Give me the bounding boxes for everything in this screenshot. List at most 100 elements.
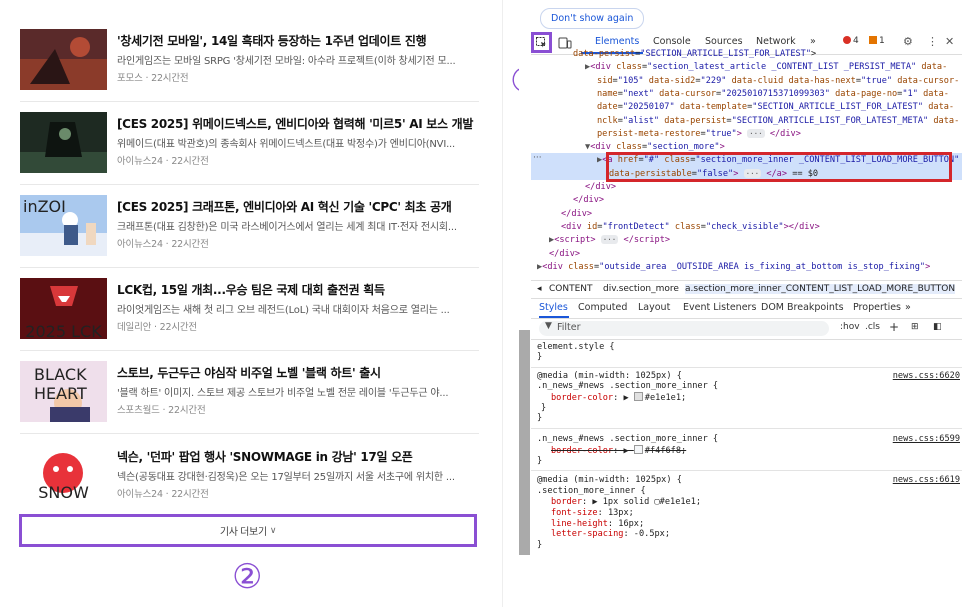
subtab-properties[interactable]: Properties bbox=[853, 302, 901, 313]
breadcrumb-section-more[interactable]: div.section_more bbox=[603, 284, 679, 294]
rule1-selector[interactable]: .n_news_#news .section_more_inner { bbox=[537, 381, 718, 392]
rule2-selector[interactable]: .n_news_#news .section_more_inner { bbox=[537, 434, 718, 445]
dom-node-line[interactable]: name="next" data-cursor="202501071537109… bbox=[597, 88, 949, 101]
tab-console[interactable]: Console bbox=[653, 36, 691, 47]
dom-node-line[interactable]: ▶<script> ··· </script> bbox=[549, 234, 670, 247]
dom-node-line[interactable]: persist-meta-restore="true"> ··· </div> bbox=[597, 128, 801, 141]
styles-filter-input[interactable]: ▼ Filter bbox=[539, 321, 829, 336]
color-swatch[interactable] bbox=[633, 392, 643, 401]
color-swatch[interactable] bbox=[633, 445, 643, 454]
news-source: 데일리안 bbox=[117, 322, 152, 333]
subtab-dom-breakpoints[interactable]: DOM Breakpoints bbox=[761, 302, 844, 313]
news-title[interactable]: LCK컵, 15일 개최...우승 팀은 국제 대회 출전권 획득 bbox=[117, 281, 480, 298]
news-item[interactable]: [CES 2025] 위메이드넥스트, 엔비디아와 협력해 '미르5' AI 보… bbox=[20, 112, 480, 174]
news-summary[interactable]: 라이엇게임즈는 새해 첫 리그 오브 레전드(LoL) 국내 대회이자 처음으로… bbox=[117, 301, 475, 316]
news-thumbnail[interactable] bbox=[20, 112, 107, 173]
dom-node-line[interactable]: <div id="frontDetect" class="check_visib… bbox=[561, 221, 820, 234]
css-declaration[interactable]: font-size: 13px; bbox=[551, 508, 634, 519]
thumbnail-caption: 2025 LCK CUP bbox=[25, 322, 102, 339]
class-toggle[interactable]: .cls bbox=[865, 322, 880, 332]
dom-node-line[interactable]: </div> bbox=[585, 181, 616, 194]
error-count: 4 bbox=[853, 36, 859, 46]
news-summary[interactable]: '블랙 하트' 이미지. 스토브 제공 스토브가 비주얼 노벨 전문 레이블 '… bbox=[117, 384, 475, 399]
warning-icon bbox=[869, 36, 877, 44]
computed-sidebar-icon[interactable]: ◧ bbox=[933, 322, 942, 332]
load-more-button[interactable]: 기사 더보기 ∨ bbox=[19, 514, 477, 547]
element-style-selector[interactable]: element.style { bbox=[537, 342, 615, 353]
news-title[interactable]: [CES 2025] 크래프톤, 엔비디아와 AI 혁신 기술 'CPC' 최초… bbox=[117, 198, 480, 215]
rule-divider bbox=[531, 470, 962, 471]
dom-node-line[interactable]: data-persist="SECTION_ARTICLE_LIST_FOR_L… bbox=[573, 48, 816, 61]
warning-count-badge[interactable]: 1 bbox=[869, 36, 885, 46]
subtab-layout[interactable]: Layout bbox=[638, 302, 670, 313]
news-thumbnail[interactable]: SNOW bbox=[20, 445, 107, 506]
tab-sources[interactable]: Sources bbox=[705, 36, 743, 47]
dom-node-line[interactable]: </div> bbox=[549, 248, 580, 261]
news-thumbnail[interactable]: 2025 LCK CUP bbox=[20, 278, 107, 339]
tab-network[interactable]: Network bbox=[756, 36, 796, 47]
device-toolbar-icon[interactable] bbox=[558, 35, 572, 49]
news-title[interactable]: '창세기전 모바일', 14일 흑태자 등장하는 1주년 업데이트 진행 bbox=[117, 32, 480, 49]
rule2-source-link[interactable]: news.css:6599 bbox=[893, 434, 960, 445]
subtab-computed[interactable]: Computed bbox=[578, 302, 627, 313]
rule1-close: } bbox=[537, 413, 543, 423]
subtab-more[interactable]: » bbox=[905, 302, 911, 313]
settings-gear-icon[interactable]: ⚙ bbox=[903, 35, 913, 48]
news-summary[interactable]: 위메이드(대표 박관호)의 종속회사 위메이드넥스트(대표 박정수)가 엔비디아… bbox=[117, 135, 475, 150]
dont-show-again-button[interactable]: Don't show again bbox=[540, 8, 645, 29]
dom-node-line[interactable]: </div> bbox=[561, 208, 592, 221]
dom-node-line[interactable]: ▶<div class="outside_area _OUTSIDE_AREA … bbox=[537, 261, 930, 274]
devtools-panel: Don't show again Elements Console Source… bbox=[519, 0, 962, 607]
inspect-element-icon[interactable] bbox=[531, 32, 552, 53]
breadcrumb-load-more-anchor[interactable]: a.section_more_inner_CONTENT_LIST_LOAD_M… bbox=[685, 284, 956, 294]
thumbnail-caption: SNOW bbox=[38, 483, 89, 502]
news-meta: 아이뉴스24 · 22시간전 bbox=[117, 239, 209, 250]
news-item[interactable]: 2025 LCK CUP LCK컵, 15일 개최...우승 팀은 국제 대회 출… bbox=[20, 278, 480, 340]
rule1-source-link[interactable]: news.css:6620 bbox=[893, 371, 960, 382]
news-item[interactable]: inZOI [CES 2025] 크래프톤, 엔비디아와 AI 혁신 기술 'CP… bbox=[20, 195, 480, 257]
highlight-box-selected-node bbox=[606, 152, 952, 182]
news-summary[interactable]: 넥슨(공동대표 강대현·김정욱)은 오는 17일부터 25일까지 서울 서초구에… bbox=[117, 468, 475, 483]
news-list-panel: '창세기전 모바일', 14일 흑태자 등장하는 1주년 업데이트 진행라인게임… bbox=[0, 0, 500, 607]
row-more-dots-icon[interactable]: ··· bbox=[533, 153, 542, 163]
news-thumbnail[interactable] bbox=[20, 29, 107, 90]
css-declaration[interactable]: border: ▶ 1px solid ▢#e1e1e1; bbox=[551, 497, 701, 508]
error-icon bbox=[843, 36, 851, 44]
news-title[interactable]: 넥슨, '던파' 팝업 행사 'SNOWMAGE in 강남' 17일 오픈 bbox=[117, 448, 480, 465]
rule2-declaration-overridden[interactable]: border-color: ▶ #f4f6f8; bbox=[551, 445, 686, 457]
news-item[interactable]: BLACK HEART 스토브, 두근두근 야심작 비주얼 노벨 '블랙 하트' … bbox=[20, 361, 480, 423]
news-item[interactable]: SNOW 넥슨, '던파' 팝업 행사 'SNOWMAGE in 강남' 17일 … bbox=[20, 445, 480, 507]
news-title[interactable]: 스토브, 두근두근 야심작 비주얼 노벨 '블랙 하트' 출시 bbox=[117, 364, 480, 381]
rule3-selector[interactable]: .section_more_inner { bbox=[537, 486, 646, 497]
dom-node-line[interactable]: date="20250107" data-template="SECTION_A… bbox=[597, 101, 954, 114]
subtab-styles[interactable]: Styles bbox=[539, 302, 568, 313]
news-time: 22시간전 bbox=[159, 322, 198, 333]
news-thumbnail[interactable]: BLACK HEART bbox=[20, 361, 107, 422]
rule1-declaration[interactable]: border-color: ▶ #e1e1e1; bbox=[551, 392, 686, 404]
element-state-icon[interactable]: ⊞ bbox=[911, 322, 919, 332]
tab-elements[interactable]: Elements bbox=[595, 36, 639, 47]
news-thumbnail[interactable]: inZOI bbox=[20, 195, 107, 256]
news-item[interactable]: '창세기전 모바일', 14일 흑태자 등장하는 1주년 업데이트 진행라인게임… bbox=[20, 29, 480, 91]
subtab-event-listeners[interactable]: Event Listeners bbox=[683, 302, 756, 313]
dom-node-line[interactable]: ▶<div class="section_latest_article _CON… bbox=[585, 61, 947, 74]
news-summary[interactable]: 라인게임즈는 모바일 SRPG '창세기전 모바일: 아수라 프로젝트(이하 창… bbox=[117, 52, 475, 67]
css-declaration[interactable]: line-height: 16px; bbox=[551, 519, 644, 530]
new-rule-icon[interactable]: + bbox=[889, 320, 899, 334]
tab-more[interactable]: » bbox=[810, 36, 816, 47]
error-count-badge[interactable]: 4 bbox=[843, 36, 859, 46]
close-icon[interactable]: ✕ bbox=[945, 35, 954, 48]
dom-node-line[interactable]: </div> bbox=[573, 194, 604, 207]
breadcrumb-back-icon[interactable]: ◂ bbox=[537, 284, 542, 294]
css-declaration[interactable]: letter-spacing: -0.5px; bbox=[551, 529, 670, 540]
dom-node-line[interactable]: sid="105" data-sid2="229" data-cluid dat… bbox=[597, 75, 959, 88]
news-summary[interactable]: 크래프톤(대표 김창한)은 미국 라스베이거스에서 열리는 세계 최대 IT·전… bbox=[117, 218, 475, 233]
rule3-source-link[interactable]: news.css:6619 bbox=[893, 475, 960, 486]
news-title[interactable]: [CES 2025] 위메이드넥스트, 엔비디아와 협력해 '미르5' AI 보… bbox=[117, 115, 480, 132]
devtools-scrollbar[interactable] bbox=[519, 330, 530, 555]
breadcrumb-content[interactable]: CONTENT bbox=[549, 284, 593, 294]
css-prop: letter-spacing bbox=[551, 529, 624, 540]
dom-node-line[interactable]: nclk="alist" data-persist="SECTION_ARTIC… bbox=[597, 115, 959, 128]
kebab-menu-icon[interactable]: ⋮ bbox=[927, 35, 938, 48]
hover-state-toggle[interactable]: :hov bbox=[840, 322, 860, 332]
